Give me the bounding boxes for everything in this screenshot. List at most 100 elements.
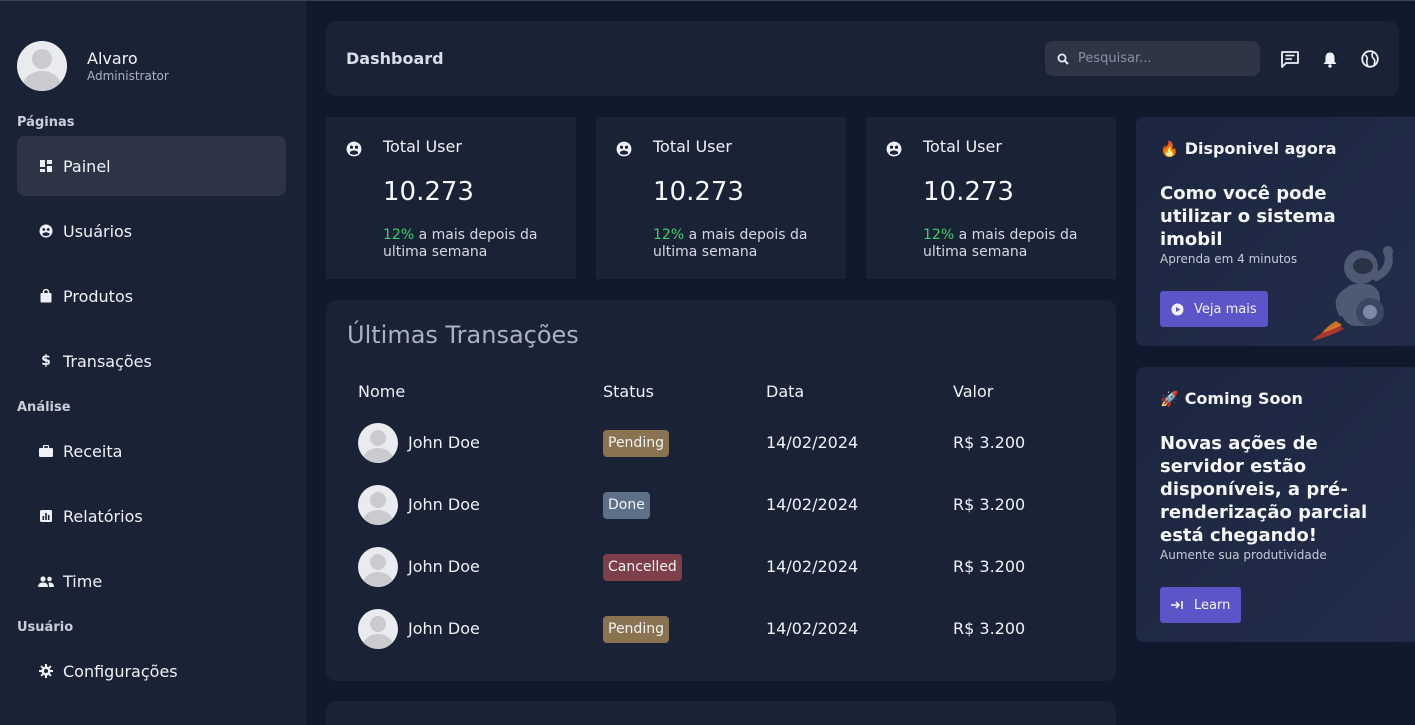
users-icon (886, 141, 902, 161)
table-row[interactable]: John Doe Pending 14/02/2024 R$ 3.200 (326, 606, 1116, 656)
login-icon (1171, 600, 1184, 610)
promo-subtitle: Aprenda em 4 minutos (1160, 252, 1298, 266)
sidebar-item-produtos[interactable]: Produtos (17, 266, 286, 326)
table-row[interactable]: John Doe Done 14/02/2024 R$ 3.200 (326, 482, 1116, 532)
column-header-nome: Nome (358, 382, 406, 401)
stat-percent: 12% (653, 227, 685, 243)
cell-date: 14/02/2024 (766, 557, 859, 576)
transactions-title: Últimas Transações (347, 321, 579, 349)
table-row[interactable]: John Doe Cancelled 14/02/2024 R$ 3.200 (326, 544, 1116, 594)
dollar-icon: $ (41, 353, 51, 369)
dashboard-icon (38, 158, 54, 174)
promo-heading-text: Coming Soon (1184, 389, 1303, 408)
stat-value: 10.273 (923, 177, 1014, 207)
sidebar-item-relatorios[interactable]: Relatórios (17, 486, 286, 546)
stat-card: Total User 10.273 12% a mais depois da u… (326, 117, 576, 279)
stat-percent: 12% (923, 227, 955, 243)
cell-date: 14/02/2024 (766, 433, 859, 452)
promo-subtitle: Aumente sua produtividade (1160, 548, 1327, 562)
search-input[interactable] (1078, 51, 1248, 66)
avatar (358, 609, 398, 649)
chat-icon[interactable] (1280, 49, 1300, 69)
search-box[interactable] (1045, 41, 1260, 76)
cell-value: R$ 3.200 (953, 433, 1026, 452)
avatar (17, 41, 67, 91)
stat-note: 12% a mais depois da ultima semana (653, 227, 833, 261)
promo-title: Novas ações de servidor estão disponívei… (1160, 433, 1368, 546)
sidebar-item-label: Produtos (63, 286, 134, 306)
cell-value: R$ 3.200 (953, 619, 1026, 638)
sidebar-item-usuarios[interactable]: Usuários (17, 201, 286, 261)
sidebar-item-label: Transações (63, 351, 152, 371)
team-icon (38, 573, 54, 589)
status-badge: Pending (603, 430, 669, 457)
cell-date: 14/02/2024 (766, 495, 859, 514)
column-header-data: Data (766, 382, 805, 401)
section-label-usuario: Usuário (17, 620, 74, 635)
stat-percent: 12% (383, 227, 415, 243)
sidebar-item-label: Relatórios (63, 506, 143, 526)
avatar (358, 485, 398, 525)
play-icon (1171, 303, 1184, 316)
stat-note: 12% a mais depois da ultima semana (383, 227, 563, 261)
fire-icon: 🔥 (1160, 139, 1179, 158)
users-icon (38, 223, 54, 239)
stat-title: Total User (383, 137, 462, 156)
sidebar-item-transacoes[interactable]: $ Transações (17, 331, 286, 391)
promo-heading: 🔥 Disponivel agora (1160, 139, 1337, 158)
stat-note: 12% a mais depois da ultima semana (923, 227, 1103, 261)
top-header: Dashboard (326, 21, 1399, 96)
section-label-paginas: Páginas (17, 115, 75, 130)
user-role: Administrator (87, 68, 169, 83)
sidebar-item-time[interactable]: Time (17, 551, 286, 611)
next-panel (326, 701, 1116, 725)
sidebar: Alvaro Administrator Páginas Painel Usuá… (0, 1, 306, 725)
veja-mais-button[interactable]: Veja mais (1160, 291, 1268, 327)
column-header-valor: Valor (953, 382, 994, 401)
column-header-status: Status (603, 382, 654, 401)
stat-value: 10.273 (653, 177, 744, 207)
status-badge: Done (603, 492, 650, 519)
transactions-panel: Últimas Transações Nome Status Data Valo… (326, 300, 1116, 681)
globe-icon[interactable] (1360, 49, 1380, 69)
stat-title: Total User (653, 137, 732, 156)
users-icon (346, 141, 362, 161)
sidebar-item-configuracoes[interactable]: Configurações (17, 641, 286, 701)
rocket-icon: 🚀 (1160, 389, 1179, 408)
sidebar-item-label: Time (63, 571, 103, 591)
chart-icon (38, 508, 54, 524)
cell-name: John Doe (408, 495, 480, 514)
users-icon (616, 141, 632, 161)
learn-button[interactable]: Learn (1160, 587, 1242, 623)
gear-icon (38, 663, 54, 679)
avatar (358, 547, 398, 587)
search-icon (1057, 53, 1069, 65)
briefcase-icon (38, 443, 54, 459)
astronaut-illustration (1308, 229, 1415, 348)
user-name: Alvaro (87, 48, 138, 68)
stat-title: Total User (923, 137, 1002, 156)
sidebar-item-receita[interactable]: Receita (17, 421, 286, 481)
user-profile[interactable]: Alvaro Administrator (17, 41, 169, 91)
promo-heading-text: Disponivel agora (1184, 139, 1337, 158)
sidebar-item-label: Configurações (63, 661, 178, 681)
promo-card-coming-soon: 🚀 Coming Soon Novas ações de servidor es… (1136, 367, 1415, 642)
stat-card: Total User 10.273 12% a mais depois da u… (866, 117, 1116, 279)
bell-icon[interactable] (1320, 49, 1340, 69)
table-row[interactable]: John Doe Pending 14/02/2024 R$ 3.200 (326, 420, 1116, 470)
cell-value: R$ 3.200 (953, 557, 1026, 576)
stat-card: Total User 10.273 12% a mais depois da u… (596, 117, 846, 279)
cell-name: John Doe (408, 619, 480, 638)
avatar (358, 423, 398, 463)
status-badge: Cancelled (603, 554, 682, 581)
cell-value: R$ 3.200 (953, 495, 1026, 514)
stat-value: 10.273 (383, 177, 474, 207)
bag-icon (38, 288, 54, 304)
cell-name: John Doe (408, 433, 480, 452)
promo-heading: 🚀 Coming Soon (1160, 389, 1303, 408)
button-label: Veja mais (1194, 301, 1257, 317)
status-badge: Pending (603, 616, 669, 643)
section-label-analise: Análise (17, 400, 71, 415)
sidebar-item-painel[interactable]: Painel (17, 136, 286, 196)
promo-card-available: 🔥 Disponivel agora Como você pode utiliz… (1136, 117, 1415, 346)
